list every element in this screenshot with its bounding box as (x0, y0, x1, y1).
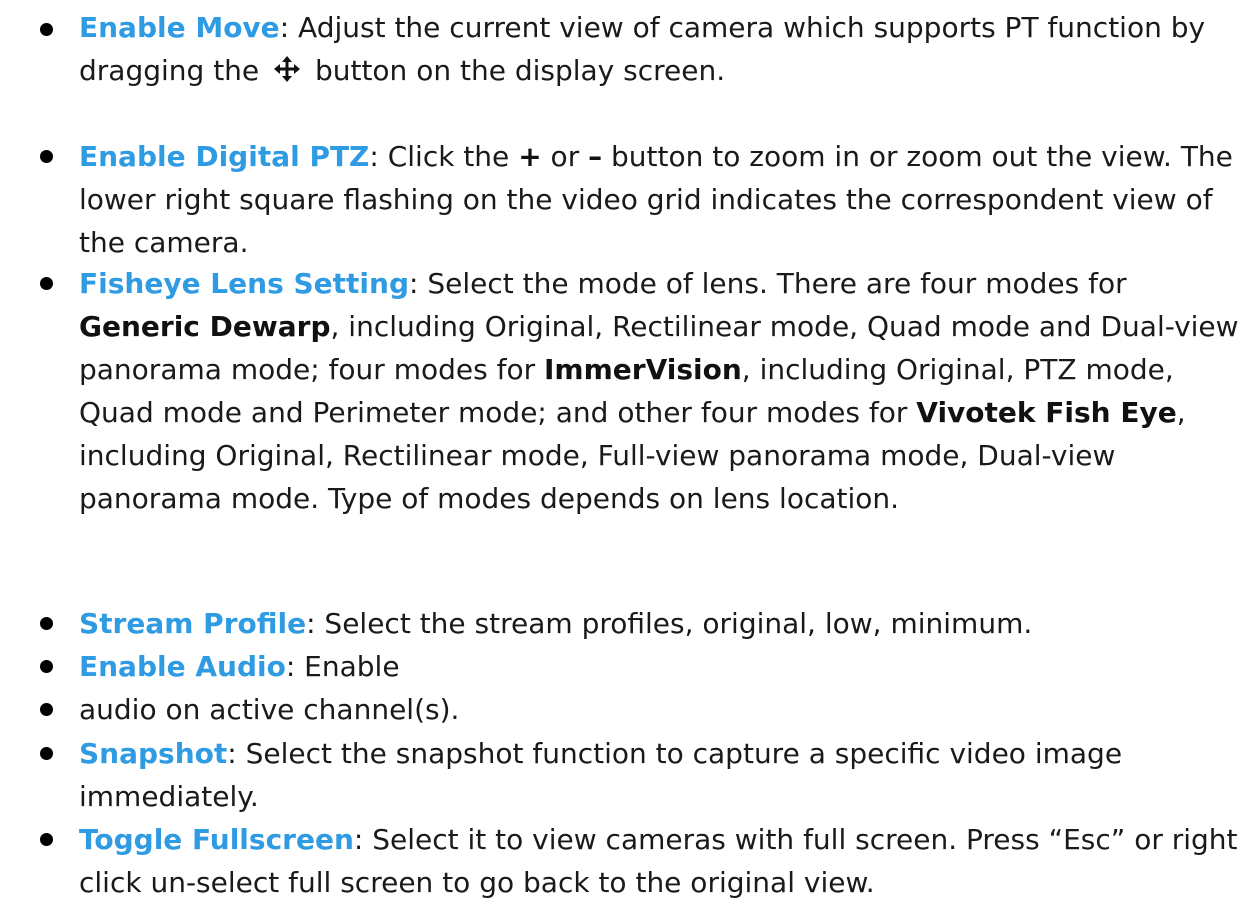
bullet-icon (40, 277, 53, 290)
brand-immervision: ImmerVision (544, 353, 742, 386)
bullet-icon (40, 703, 53, 716)
term-enable-audio: Enable Audio (79, 650, 286, 683)
bullet-icon (40, 150, 53, 163)
list-item-text: Fisheye Lens Setting: Select the mode of… (79, 267, 1239, 515)
term-toggle-fullscreen: Toggle Fullscreen (79, 823, 354, 856)
list-item-text: audio on active channel(s). (79, 693, 460, 726)
list-item-text: Enable Audio: Enable (79, 650, 400, 683)
term-enable-move: Enable Move (79, 11, 280, 44)
bullet-icon (40, 660, 53, 673)
brand-vivotek-fish-eye: Vivotek Fish Eye (916, 396, 1177, 429)
list-item-text: Toggle Fullscreen: Select it to view cam… (79, 823, 1238, 899)
term-enable-digital-ptz: Enable Digital PTZ (79, 140, 370, 173)
minus-symbol: – (588, 140, 603, 173)
bullet-icon (40, 23, 53, 36)
list-item-text: Snapshot: Select the snapshot function t… (79, 737, 1123, 813)
list-item-text: Enable Move: Adjust the current view of … (79, 11, 1206, 87)
bullet-icon (40, 617, 53, 630)
bullet-icon (40, 833, 53, 846)
plus-symbol: + (518, 140, 542, 173)
term-snapshot: Snapshot (79, 737, 228, 770)
term-fisheye-lens-setting: Fisheye Lens Setting (79, 267, 409, 300)
list-item-text: Enable Digital PTZ: Click the + or – but… (79, 140, 1233, 259)
document-page: Enable Move: Adjust the current view of … (0, 0, 1260, 908)
term-stream-profile: Stream Profile (79, 607, 307, 640)
list-item-text: Stream Profile: Select the stream profil… (79, 607, 1033, 640)
bullet-icon (40, 747, 53, 760)
move-arrows-icon (274, 51, 301, 82)
brand-generic-dewarp: Generic Dewarp (79, 310, 331, 343)
